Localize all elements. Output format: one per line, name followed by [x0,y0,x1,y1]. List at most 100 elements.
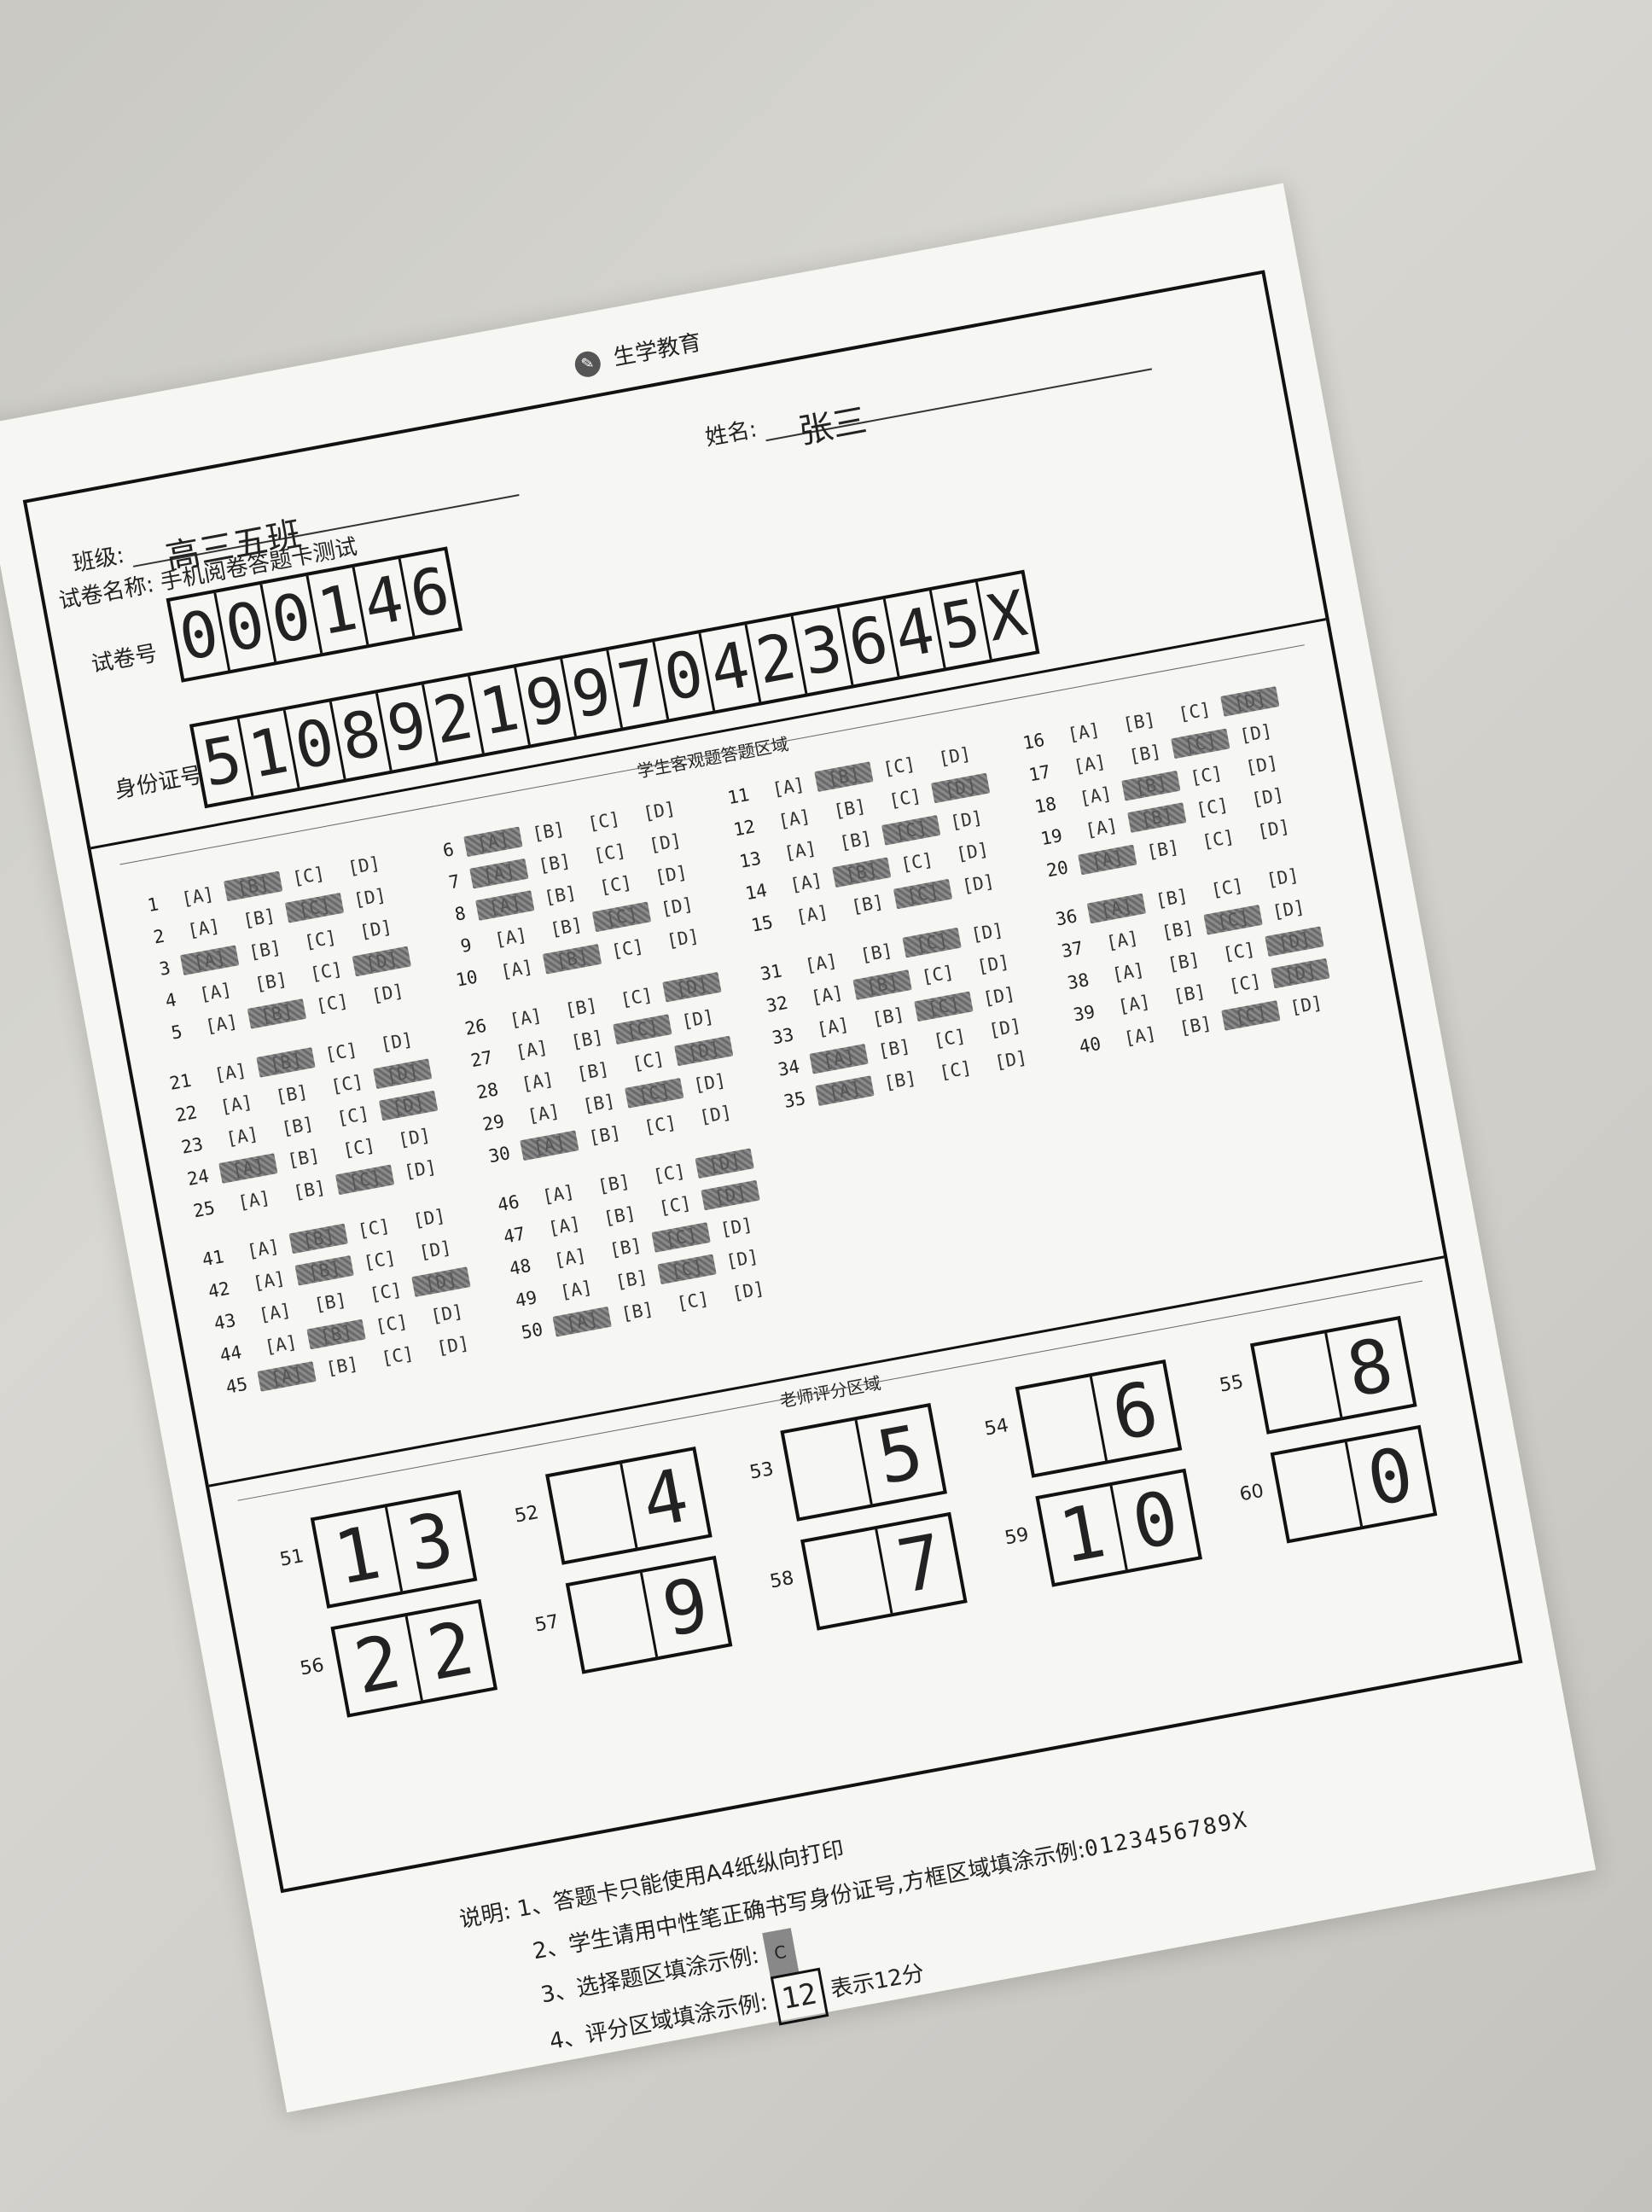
option-bubble[interactable]: [A] [782,899,841,930]
option-bubble[interactable]: [C] [311,1037,370,1068]
option-bubble[interactable]: [A] [469,858,529,889]
option-bubble[interactable]: [C] [1165,696,1224,727]
option-bubble[interactable]: [A] [257,1361,317,1392]
option-bubble[interactable]: [B] [300,1287,359,1318]
option-bubble[interactable]: [B] [280,1175,339,1206]
option-bubble[interactable]: [D] [654,923,713,954]
option-bubble[interactable]: [C] [291,924,350,955]
option-bubble[interactable]: [A] [1086,893,1147,924]
option-bubble[interactable]: [C] [1221,1000,1281,1031]
option-bubble[interactable]: [C] [586,870,645,900]
option-bubble[interactable]: [B] [820,794,879,824]
option-bubble[interactable]: [D] [943,836,1002,867]
option-bubble[interactable]: [B] [294,1254,354,1286]
option-bubble[interactable]: [B] [542,943,602,975]
option-bubble[interactable]: [B] [262,1079,321,1109]
option-bubble[interactable]: [D] [423,1330,482,1361]
option-bubble[interactable]: [B] [551,992,610,1023]
option-bubble[interactable]: [D] [1232,750,1291,781]
option-bubble[interactable]: [A] [201,1057,259,1088]
option-bubble[interactable]: [A] [1078,844,1137,876]
option-bubble[interactable]: [B] [236,934,294,965]
option-bubble[interactable]: [A] [809,1043,869,1074]
option-bubble[interactable]: [C] [870,751,928,782]
option-bubble[interactable]: [B] [1160,979,1219,1010]
option-bubble[interactable]: [D] [674,1035,734,1067]
option-bubble[interactable]: [A] [792,948,851,979]
option-bubble[interactable]: [B] [1143,883,1201,914]
option-bubble[interactable]: [C] [591,901,652,933]
option-bubble[interactable]: [A] [529,1179,588,1209]
option-bubble[interactable]: [D] [937,805,996,835]
option-bubble[interactable]: [D] [1259,894,1318,925]
option-bubble[interactable]: [B] [256,1047,316,1078]
option-bubble[interactable]: [C] [1215,969,1274,999]
option-bubble[interactable]: [D] [718,1276,777,1307]
option-bubble[interactable]: [C] [902,927,962,958]
option-bubble[interactable]: [D] [1265,926,1324,957]
option-bubble[interactable]: [A] [1110,1021,1169,1051]
option-bubble[interactable]: [A] [212,1121,271,1152]
option-bubble[interactable]: [C] [1183,792,1242,823]
option-bubble[interactable]: [A] [547,1275,606,1306]
option-bubble[interactable]: [C] [920,1023,979,1054]
option-bubble[interactable]: [C] [598,934,657,964]
option-bubble[interactable]: [D] [930,772,991,804]
option-bubble[interactable]: [C] [893,878,953,910]
option-bubble[interactable]: [D] [642,859,701,890]
option-bubble[interactable]: [D] [358,978,417,1009]
option-bubble[interactable]: [C] [1198,873,1257,904]
option-bubble[interactable]: [C] [881,815,941,846]
option-bubble[interactable]: [C] [344,1214,403,1244]
option-bubble[interactable]: [A] [514,1098,573,1129]
option-bubble[interactable]: [B] [826,825,885,856]
option-bubble[interactable]: [D] [695,1148,754,1179]
option-bubble[interactable]: [A] [168,882,227,912]
option-bubble[interactable]: [D] [340,882,399,913]
option-bubble[interactable]: [B] [1149,915,1207,946]
option-bubble[interactable]: [A] [224,1185,283,1216]
score-digit[interactable]: 2 [408,1604,494,1701]
option-bubble[interactable]: [B] [224,870,283,902]
option-bubble[interactable]: [B] [596,1232,655,1263]
option-bubble[interactable]: [D] [636,828,695,859]
option-bubble[interactable]: [A] [535,1211,594,1242]
option-bubble[interactable]: [D] [417,1299,476,1330]
option-bubble[interactable]: [C] [613,1014,672,1045]
option-bubble[interactable]: [C] [334,1164,395,1196]
option-bubble[interactable]: [B] [1115,739,1174,770]
option-bubble[interactable]: [A] [798,980,857,1010]
option-bubble[interactable]: [D] [373,1058,433,1090]
option-bubble[interactable]: [D] [1226,719,1285,749]
option-bubble[interactable]: [C] [317,1068,376,1099]
option-bubble[interactable]: [A] [218,1153,278,1184]
option-bubble[interactable]: [B] [288,1223,348,1254]
option-bubble[interactable]: [C] [284,892,345,923]
option-bubble[interactable]: [D] [1271,958,1330,989]
option-bubble[interactable]: [C] [607,982,666,1013]
score-digit[interactable]: 4 [622,1451,708,1548]
option-bubble[interactable]: [C] [323,1101,382,1132]
option-bubble[interactable]: [A] [246,1297,305,1328]
option-bubble[interactable]: [B] [847,938,906,969]
option-bubble[interactable]: [D] [352,946,411,977]
option-bubble[interactable]: [C] [651,1222,711,1253]
option-bubble[interactable]: [D] [680,1068,739,1098]
option-bubble[interactable]: [C] [619,1046,678,1077]
option-bubble[interactable]: [C] [1177,760,1236,791]
option-bubble[interactable]: [C] [329,1132,388,1163]
option-bubble[interactable]: [B] [1109,707,1168,737]
option-bubble[interactable]: [A] [1099,957,1158,987]
option-bubble[interactable]: [B] [306,1318,366,1350]
option-bubble[interactable]: [A] [759,771,817,802]
option-bubble[interactable]: [C] [875,783,934,814]
option-bubble[interactable]: [D] [391,1155,450,1185]
option-bubble[interactable]: [D] [1220,686,1280,717]
option-bubble[interactable]: [D] [367,1027,426,1057]
option-bubble[interactable]: [C] [574,806,633,836]
option-bubble[interactable]: [D] [713,1243,771,1274]
option-bubble[interactable]: [B] [274,1143,333,1173]
option-bubble[interactable]: [D] [378,1090,439,1121]
option-bubble[interactable]: [C] [640,1158,699,1189]
option-bubble[interactable]: [B] [585,1168,643,1199]
